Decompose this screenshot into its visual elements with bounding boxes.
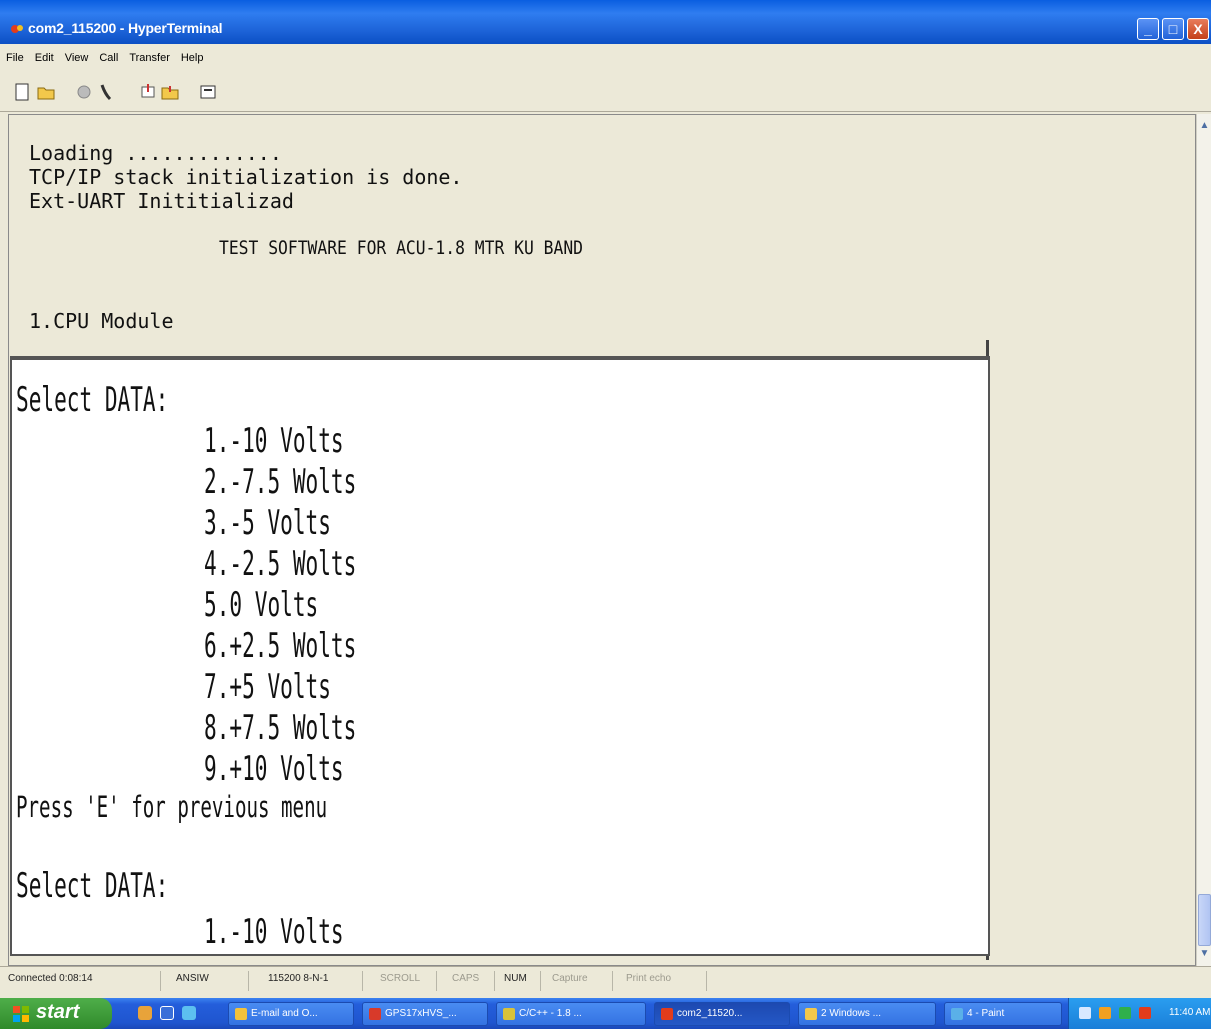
task-gps[interactable]: GPS17xHVS_...	[362, 1002, 488, 1026]
receive-icon[interactable]	[160, 82, 180, 102]
new-icon[interactable]	[12, 82, 32, 102]
close-button[interactable]: X	[1187, 18, 1209, 40]
task-label: com2_11520...	[677, 1008, 743, 1019]
status-divider	[160, 971, 161, 991]
menu-view[interactable]: View	[59, 48, 94, 64]
scroll-lock-indicator: SCROLL	[380, 973, 421, 984]
terminal-heading: TEST SOFTWARE FOR ACU-1.8 MTR KU BAND	[219, 237, 583, 259]
task-cpp[interactable]: C/C++ - 1.8 ...	[496, 1002, 646, 1026]
status-divider	[706, 971, 707, 991]
terminal-line: TCP/IP stack initialization is done.	[29, 165, 463, 189]
scroll-up-icon[interactable]: ▲	[1197, 118, 1211, 134]
vertical-scrollbar[interactable]: ▲ ▼	[1196, 114, 1211, 966]
taskbar: start E-mail and O... GPS17xHVS_... C/C+…	[0, 998, 1211, 1029]
windows-logo-icon	[13, 1006, 29, 1022]
system-tray: 11:40 AM	[1068, 998, 1211, 1029]
print-echo-indicator: Print echo	[626, 973, 672, 984]
connection-timer: Connected 0:08:14	[8, 973, 93, 984]
scroll-thumb[interactable]	[1198, 894, 1211, 946]
maximize-button[interactable]: □	[1162, 18, 1184, 40]
data-menu-panel: Select DATA: 1.-10 Volts 2.-7.5 Wolts 3.…	[10, 356, 990, 956]
window-title: com2_115200 - HyperTerminal	[28, 20, 223, 36]
hyperterminal-task-icon	[661, 1008, 673, 1020]
menu-option: 3.-5 Volts	[204, 503, 331, 543]
send-icon[interactable]	[138, 82, 158, 102]
menu-edit[interactable]: Edit	[29, 48, 59, 64]
properties-icon[interactable]	[198, 82, 218, 102]
paint-app-icon	[951, 1008, 963, 1020]
status-divider	[612, 971, 613, 991]
hyperterminal-app-icon	[11, 25, 23, 33]
terminal-line: 1.CPU Module	[29, 309, 174, 333]
status-divider	[436, 971, 437, 991]
disconnect-icon[interactable]	[74, 82, 94, 102]
select-data-heading: Select DATA:	[16, 380, 169, 420]
status-bar: Connected 0:08:14 ANSIW 115200 8-N-1 SCR…	[0, 966, 1211, 996]
port-settings: 115200 8-N-1	[268, 973, 329, 984]
num-lock-indicator: NUM	[504, 973, 527, 984]
menu-option: 6.+2.5 Wolts	[204, 626, 357, 666]
capture-indicator: Capture	[552, 973, 588, 984]
hyperterminal-window: com2_115200 - HyperTerminal _ □ X File Ed…	[0, 0, 1211, 1029]
pdf-app-icon	[369, 1008, 381, 1020]
menu-bar: File Edit View Call Transfer Help	[0, 48, 1211, 70]
alert-icon[interactable]	[1139, 1007, 1151, 1019]
firefox-quicklaunch-icon[interactable]	[138, 1006, 152, 1020]
task-hyperterminal[interactable]: com2_11520...	[654, 1002, 790, 1026]
status-divider	[248, 971, 249, 991]
task-email[interactable]: E-mail and O...	[228, 1002, 354, 1026]
previous-menu-prompt: Press 'E' for previous menu	[16, 790, 328, 824]
start-label: start	[36, 1001, 80, 1023]
minimize-button[interactable]: _	[1137, 18, 1159, 40]
phone-icon[interactable]	[96, 82, 116, 102]
desktop-quicklaunch-icon[interactable]	[182, 1006, 196, 1020]
status-divider	[494, 971, 495, 991]
task-label: 2 Windows ...	[821, 1008, 882, 1019]
caps-lock-indicator: CAPS	[452, 973, 480, 984]
menu-option: 2.-7.5 Wolts	[204, 462, 357, 502]
scroll-down-icon[interactable]: ▼	[1197, 946, 1211, 962]
open-icon[interactable]	[36, 82, 56, 102]
menu-option: 1.-10 Volts	[204, 421, 344, 461]
status-divider	[362, 971, 363, 991]
cpp-app-icon	[503, 1008, 515, 1020]
folder-icon	[805, 1008, 817, 1020]
terminal-line: Loading .............	[29, 141, 282, 165]
menu-call[interactable]: Call	[93, 48, 123, 64]
menu-option: 8.+7.5 Wolts	[204, 708, 357, 748]
task-label: C/C++ - 1.8 ...	[519, 1008, 582, 1019]
terminal-line: Ext-UART Inititializad	[29, 189, 294, 213]
task-label: GPS17xHVS_...	[385, 1008, 457, 1019]
emulation-type: ANSIW	[176, 973, 209, 984]
menu-option: 7.+5 Volts	[204, 667, 331, 707]
menu-file[interactable]: File	[0, 48, 29, 64]
menu-transfer[interactable]: Transfer	[123, 48, 175, 64]
network-icon[interactable]	[1099, 1007, 1111, 1019]
task-label: E-mail and O...	[251, 1008, 318, 1019]
task-windows-group[interactable]: 2 Windows ...	[798, 1002, 936, 1026]
taskbar-clock[interactable]: 11:40 AM	[1169, 1007, 1211, 1018]
ie-quicklaunch-icon[interactable]	[160, 1006, 174, 1020]
toolbar	[0, 72, 1211, 112]
task-label: 4 - Paint	[967, 1008, 1005, 1019]
menu-option: 1.-10 Volts	[204, 912, 344, 952]
menu-help[interactable]: Help	[175, 48, 209, 64]
task-paint[interactable]: 4 - Paint	[944, 1002, 1062, 1026]
select-data-heading: Select DATA:	[16, 866, 169, 906]
menu-option: 4.-2.5 Wolts	[204, 544, 357, 584]
email-app-icon	[235, 1008, 247, 1020]
menu-option: 9.+10 Volts	[204, 749, 344, 789]
menu-option: 5.0 Volts	[204, 585, 319, 625]
volume-icon[interactable]	[1079, 1007, 1091, 1019]
status-divider	[540, 971, 541, 991]
title-bar[interactable]: com2_115200 - HyperTerminal _ □ X	[0, 0, 1211, 44]
start-button[interactable]: start	[0, 998, 112, 1029]
security-icon[interactable]	[1119, 1007, 1131, 1019]
